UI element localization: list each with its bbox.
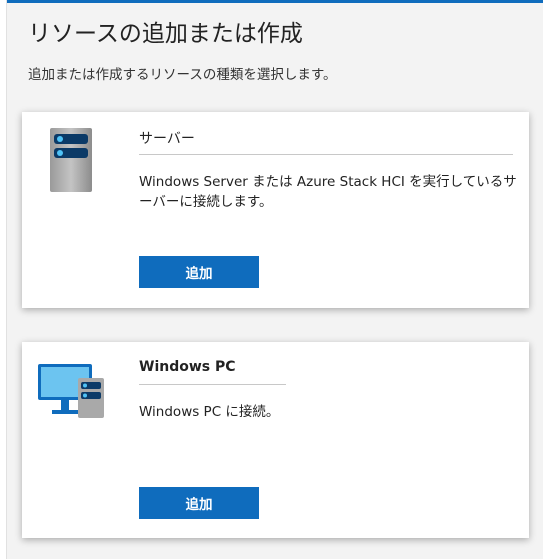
windows-pc-card-divider: [139, 384, 286, 385]
server-card: サーバー Windows Server または Azure Stack HCI …: [22, 112, 529, 308]
add-server-button[interactable]: 追加: [139, 256, 259, 288]
server-icon: [50, 128, 92, 196]
windows-pc-card-description: Windows PC に接続。: [139, 404, 280, 420]
server-card-description: Windows Server または Azure Stack HCI を実行して…: [139, 174, 517, 210]
windows-pc-card: Windows PC Windows PC に接続。 追加: [22, 342, 529, 538]
server-card-divider: [139, 154, 513, 155]
add-windows-pc-button[interactable]: 追加: [139, 487, 259, 519]
panel-header: リソースの追加または作成 追加または作成するリソースの種類を選択します。: [0, 0, 543, 92]
windows-pc-icon: [38, 364, 106, 424]
server-card-title: サーバー: [139, 131, 195, 147]
top-accent-bar: [0, 0, 543, 3]
page-title: リソースの追加または作成: [28, 21, 303, 47]
left-edge: [0, 0, 7, 559]
windows-pc-card-title: Windows PC: [139, 359, 236, 375]
page-subtitle: 追加または作成するリソースの種類を選択します。: [28, 67, 337, 83]
